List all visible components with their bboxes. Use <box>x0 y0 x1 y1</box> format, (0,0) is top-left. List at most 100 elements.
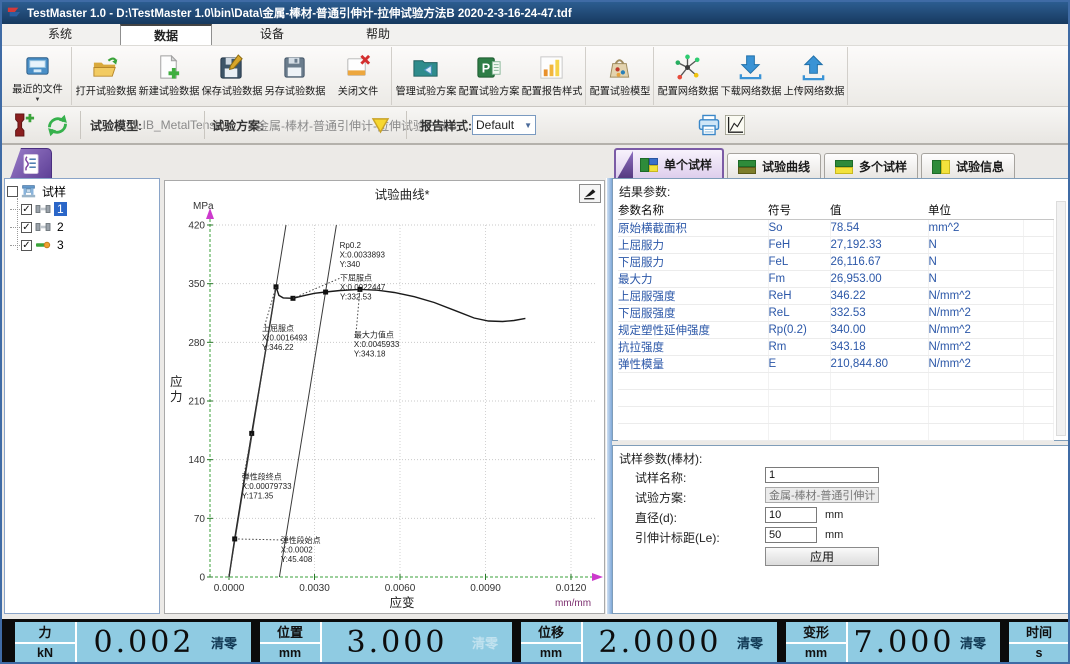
toolbar-separator <box>406 111 407 139</box>
toolbar-button-configure-network[interactable]: 配置网络数据 <box>656 47 719 105</box>
apply-button[interactable]: 应用 <box>765 547 879 566</box>
specimen-tree-panel: 试样✓1✓2✓3 <box>4 178 160 614</box>
toolbar-button-upload-network[interactable]: 上传网络数据 <box>782 47 845 105</box>
result-row[interactable]: 下屈服力FeL26,116.67N <box>618 253 1054 270</box>
svg-text:mm/mm: mm/mm <box>555 598 591 609</box>
tree-item-specimen-2[interactable]: ✓2 <box>21 218 157 236</box>
tab-试验信息[interactable]: 试验信息 <box>921 153 1015 179</box>
channel-label: 变形 <box>786 622 846 644</box>
column-header: 符号 <box>768 201 830 219</box>
result-row[interactable]: 规定塑性延伸强度Rp(0.2)340.00N/mm^2 <box>618 321 1054 338</box>
toolbar-button-save-as-data[interactable]: 另存试验数据 <box>263 47 326 105</box>
svg-text:0.0060: 0.0060 <box>385 583 416 594</box>
svg-text:X:0.0033893: X:0.0033893 <box>340 251 386 260</box>
result-row[interactable]: 原始横截面积So78.54mm^2 <box>618 219 1054 236</box>
results-scrollbar[interactable] <box>1056 201 1066 436</box>
svg-text:0.0090: 0.0090 <box>470 583 501 594</box>
result-row[interactable]: 最大力Fm26,953.00N <box>618 270 1054 287</box>
menu-item-系统[interactable]: 系统 <box>14 24 106 45</box>
recent-files-icon <box>23 51 52 80</box>
open-data-icon <box>91 53 120 82</box>
machine-icon <box>21 184 36 199</box>
tree-item-specimen-1[interactable]: ✓1 <box>21 200 157 218</box>
toolbar-button-close-file[interactable]: 关闭文件 <box>326 47 389 105</box>
checkbox[interactable]: ✓ <box>21 222 32 233</box>
toolbar-button-configure-scheme[interactable]: P配置试验方案 <box>457 47 520 105</box>
svg-text:最大力值点: 最大力值点 <box>354 329 394 339</box>
tab-label: 试验信息 <box>956 158 1004 175</box>
checkbox[interactable]: ✓ <box>21 204 32 215</box>
status-bar: 力 kN 0.002清零 位置 mm 3.000清零 位移 mm 2.0000清… <box>2 619 1068 664</box>
toolbar-button-open-data[interactable]: 打开试验数据 <box>74 47 137 105</box>
svg-text:140: 140 <box>188 455 205 466</box>
secondary-toolbar: 试验模型: LIB_MetalTension 试验方案: 金属-棒材-普通引伸计… <box>2 107 1068 145</box>
menu-item-数据[interactable]: 数据 <box>120 24 212 45</box>
result-row[interactable]: 下屈服强度ReL332.53N/mm^2 <box>618 304 1054 321</box>
tree-item-label: 3 <box>54 238 67 252</box>
svg-text:弹性段终点: 弹性段终点 <box>242 471 282 481</box>
result-row[interactable]: 上屈服强度ReH346.22N/mm^2 <box>618 287 1054 304</box>
svg-text:280: 280 <box>188 338 205 349</box>
toolbar-button-download-network[interactable]: 下载网络数据 <box>719 47 782 105</box>
manage-scheme-icon <box>411 53 440 82</box>
download-network-icon <box>736 53 765 82</box>
tab-label: 单个试样 <box>664 156 712 173</box>
svg-text:应变: 应变 <box>389 595 414 610</box>
svg-text:X:0.0002: X:0.0002 <box>281 545 314 554</box>
channel-value: 0.002 <box>77 622 211 663</box>
refresh-button[interactable] <box>45 107 70 143</box>
clear-button[interactable]: 清零 <box>737 622 777 663</box>
result-row[interactable]: 抗拉强度Rm343.18N/mm^2 <box>618 338 1054 355</box>
report-style-select[interactable]: Default▼ <box>472 107 536 143</box>
specimen-params-panel: 试样参数(棒材): 应用 试样名称:试验方案:直径(d):mm引伸计标距(Le)… <box>612 445 1069 614</box>
svg-text:应: 应 <box>170 374 183 389</box>
multi-specimen-icon <box>835 160 853 174</box>
empty-row <box>618 406 1054 423</box>
field-input-引伸计标距(Le)[interactable] <box>765 527 817 543</box>
menu-item-设备[interactable]: 设备 <box>226 24 318 45</box>
toolbar-button-manage-scheme[interactable]: 管理试验方案 <box>394 47 457 105</box>
field-input-试样名称[interactable] <box>765 467 879 483</box>
report-curve-button[interactable] <box>723 107 747 143</box>
result-row[interactable]: 上屈服力FeH27,192.33N <box>618 236 1054 253</box>
toolbar-button-configure-report[interactable]: 配置报告样式 <box>520 47 583 105</box>
toolbar-button-label: 配置试验方案 <box>458 84 519 99</box>
toolbar-button-label: 配置报告样式 <box>521 84 582 99</box>
scheme-dropdown-button[interactable] <box>371 107 390 143</box>
toolbar-button-new-data[interactable]: 新建试验数据 <box>137 47 200 105</box>
specimen-add-icon <box>11 111 35 139</box>
add-specimen-button[interactable] <box>11 107 35 143</box>
refresh-icon <box>45 113 70 138</box>
toolbar-button-label: 配置试验模型 <box>589 84 650 99</box>
svg-text:Y:346.22: Y:346.22 <box>262 343 294 352</box>
tree-root-specimens[interactable]: 试样 <box>7 182 157 200</box>
save-data-icon <box>217 53 246 82</box>
result-row[interactable]: 弹性模量E210,844.80N/mm^2 <box>618 355 1054 372</box>
clear-button[interactable]: 清零 <box>960 622 1000 663</box>
chart-tool-button[interactable] <box>579 184 601 203</box>
chart-panel: 0701402102803504200.00000.00300.00600.00… <box>164 180 605 614</box>
menu-item-帮助[interactable]: 帮助 <box>332 24 424 45</box>
clear-button[interactable]: 清零 <box>472 622 512 663</box>
svg-text:0: 0 <box>199 573 205 584</box>
tree-item-specimen-3[interactable]: ✓3 <box>21 236 157 254</box>
report-style-value: Default <box>476 118 514 132</box>
svg-text:MPa: MPa <box>193 201 214 212</box>
channel-unit: mm <box>786 644 846 664</box>
toolbar-button-recent-files[interactable]: 最近的文件▼ <box>6 47 69 105</box>
toolbar-button-save-data[interactable]: 保存试验数据 <box>200 47 263 105</box>
tab-多个试样[interactable]: 多个试样 <box>824 153 918 179</box>
test-curve-icon <box>738 160 756 174</box>
toolbar-group: 最近的文件▼ <box>4 47 72 105</box>
clear-button[interactable]: 清零 <box>211 622 251 663</box>
field-input-直径(d)[interactable] <box>765 507 817 523</box>
print-report-button[interactable] <box>696 107 722 143</box>
checkbox[interactable] <box>7 186 18 197</box>
channel-value: 7.000 <box>848 622 960 663</box>
toolbar-button-configure-model[interactable]: 配置试验模型 <box>588 47 651 105</box>
checkbox[interactable]: ✓ <box>21 240 32 251</box>
tab-单个试样[interactable]: 单个试样 <box>614 148 724 179</box>
tab-试验曲线[interactable]: 试验曲线 <box>727 153 821 179</box>
specimen-list-tab[interactable] <box>10 148 52 179</box>
tree-item-label: 1 <box>54 202 67 216</box>
